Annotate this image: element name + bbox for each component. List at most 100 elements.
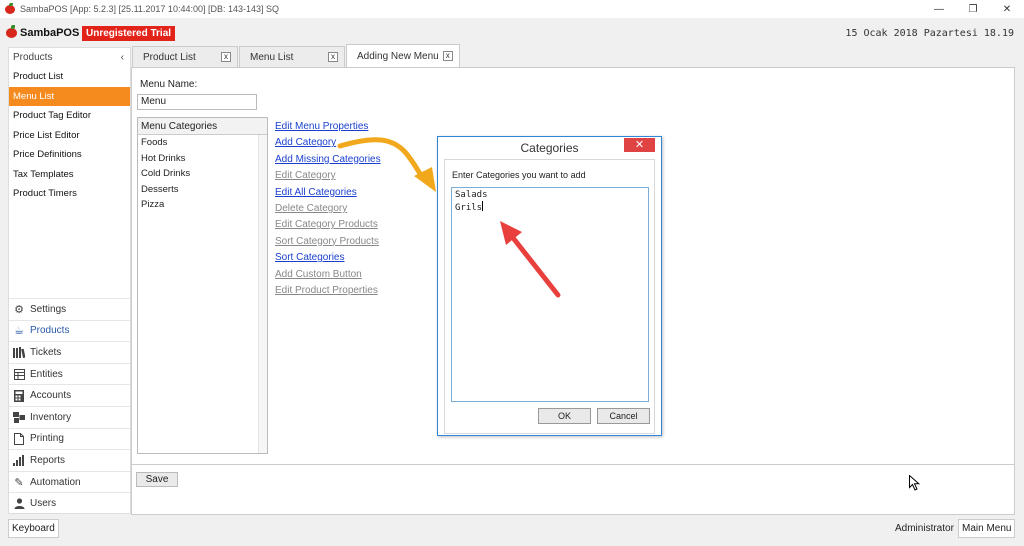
list-item[interactable]: Hot Drinks	[138, 151, 267, 167]
brand-name: SambaPOS	[20, 27, 80, 39]
edit-all-categories-link[interactable]: Edit All Categories	[275, 185, 381, 201]
sidebar-item-menu-list[interactable]: Menu List	[9, 86, 130, 106]
trial-badge: Unregistered Trial	[82, 26, 176, 41]
left-panel-title: Products	[13, 52, 53, 63]
menu-name-input[interactable]: Menu	[137, 94, 257, 110]
gear-icon: ⚙	[14, 303, 24, 316]
main-menu-button[interactable]: Main Menu	[958, 519, 1016, 538]
nav-label: Settings	[30, 303, 67, 315]
menu-categories-list[interactable]: Menu Categories Foods Hot Drinks Cold Dr…	[137, 117, 268, 454]
close-window-button[interactable]: ✕	[990, 0, 1024, 18]
bar-chart-icon	[13, 454, 25, 466]
entities-icon	[13, 368, 25, 380]
brand-bar: SambaPOS Unregistered Trial 15 Ocak 2018…	[0, 18, 1024, 45]
mouse-cursor-icon	[909, 475, 921, 491]
nav-label: Inventory	[30, 411, 72, 423]
text-caret	[482, 201, 484, 211]
list-scrollbar[interactable]	[258, 135, 267, 453]
add-custom-button-link[interactable]: Add Custom Button	[275, 267, 381, 283]
left-panel-header: Products ‹	[9, 48, 130, 67]
delete-category-link[interactable]: Delete Category	[275, 201, 381, 217]
tab-label: Menu List	[250, 51, 294, 63]
edit-category-link[interactable]: Edit Category	[275, 168, 381, 184]
dialog-body: Enter Categories you want to add Salads …	[444, 159, 655, 434]
tab-adding-new-menu[interactable]: Adding New Menu x	[346, 44, 460, 67]
ok-button[interactable]: OK	[538, 408, 591, 424]
restore-button[interactable]: ❐	[956, 0, 990, 18]
edit-category-products-link[interactable]: Edit Category Products	[275, 217, 381, 233]
edit-product-properties-link[interactable]: Edit Product Properties	[275, 283, 381, 299]
title-bar: SambaPOS [App: 5.2.3] [25.11.2017 10:44:…	[0, 0, 1024, 18]
nav-entities[interactable]: Entities	[9, 362, 130, 385]
nav-label: Entities	[30, 368, 63, 380]
keyboard-button[interactable]: Keyboard	[8, 519, 59, 538]
textarea-line: Grils	[455, 203, 483, 213]
nav-label: Users	[30, 498, 57, 510]
cancel-button[interactable]: Cancel	[597, 408, 650, 424]
list-item[interactable]: Foods	[138, 135, 267, 151]
nav-label: Printing	[30, 433, 64, 445]
nav-label: Accounts	[30, 390, 72, 402]
nav-label: Reports	[30, 454, 66, 466]
save-button[interactable]: Save	[136, 472, 178, 487]
sambapos-app-icon	[4, 3, 16, 15]
nav-reports[interactable]: Reports	[9, 449, 130, 471]
add-category-link[interactable]: Add Category	[275, 135, 381, 151]
module-nav: ⚙ Settings ☕ Products Tickets Entities A…	[9, 298, 130, 514]
textarea-line: Salads	[455, 190, 488, 200]
categories-textarea[interactable]: Salads Grils	[451, 187, 649, 402]
sidebar-item-product-timers[interactable]: Product Timers	[9, 184, 130, 204]
inventory-icon	[13, 411, 25, 423]
menu-actions: Edit Menu Properties Add Category Add Mi…	[275, 119, 381, 299]
tickets-icon	[13, 346, 25, 358]
calculator-icon	[13, 389, 25, 402]
sidebar-item-price-list-editor[interactable]: Price List Editor	[9, 126, 130, 146]
sambapos-logo-icon	[5, 25, 18, 38]
nav-label: Tickets	[30, 346, 62, 358]
sidebar-item-price-definitions[interactable]: Price Definitions	[9, 145, 130, 165]
tab-label: Adding New Menu	[357, 50, 439, 62]
sort-categories-link[interactable]: Sort Categories	[275, 250, 381, 266]
textarea-line-with-caret: Grils	[455, 201, 645, 214]
sidebar-item-product-list[interactable]: Product List	[9, 67, 130, 87]
footer-divider	[132, 464, 1014, 465]
nav-label: Automation	[30, 476, 81, 488]
dialog-close-button[interactable]: ✕	[624, 138, 655, 152]
tab-product-list[interactable]: Product List x	[132, 46, 238, 67]
edit-menu-properties-link[interactable]: Edit Menu Properties	[275, 119, 381, 135]
left-panel: Products ‹ Product List Menu List Produc…	[8, 47, 131, 514]
close-icon[interactable]: x	[221, 52, 231, 62]
window-title: SambaPOS [App: 5.2.3] [25.11.2017 10:44:…	[20, 4, 280, 14]
list-item[interactable]: Pizza	[138, 197, 267, 213]
collapse-chevron-icon[interactable]: ‹	[121, 52, 124, 63]
nav-automation[interactable]: ✎ Automation	[9, 470, 130, 493]
list-item[interactable]: Cold Drinks	[138, 166, 267, 182]
nav-tickets[interactable]: Tickets	[9, 341, 130, 363]
sort-category-products-link[interactable]: Sort Category Products	[275, 234, 381, 250]
nav-users[interactable]: Users	[9, 492, 130, 514]
nav-inventory[interactable]: Inventory	[9, 405, 130, 428]
minimize-button[interactable]: —	[922, 0, 956, 18]
document-icon	[13, 432, 25, 445]
tab-menu-list[interactable]: Menu List x	[239, 46, 345, 67]
nav-accounts[interactable]: Accounts	[9, 384, 130, 406]
nav-products[interactable]: ☕ Products	[9, 319, 130, 342]
nav-printing[interactable]: Printing	[9, 427, 130, 450]
pen-icon: ✎	[14, 476, 24, 489]
sidebar-item-product-tag-editor[interactable]: Product Tag Editor	[9, 106, 130, 126]
document-tabs: Product List x Menu List x Adding New Me…	[132, 44, 461, 67]
add-missing-categories-link[interactable]: Add Missing Categories	[275, 152, 381, 168]
menu-name-label: Menu Name:	[140, 79, 198, 90]
current-user: Administrator	[895, 523, 954, 534]
coffee-icon: ☕	[14, 325, 24, 338]
window-controls: — ❐ ✕	[922, 0, 1024, 18]
status-bar: Keyboard Administrator Main Menu	[0, 516, 1024, 546]
nav-settings[interactable]: ⚙ Settings	[9, 298, 130, 320]
menu-categories-header: Menu Categories	[138, 118, 267, 135]
dialog-prompt: Enter Categories you want to add	[452, 170, 586, 180]
close-icon[interactable]: x	[328, 52, 338, 62]
categories-dialog: Categories ✕ Enter Categories you want t…	[437, 136, 662, 436]
list-item[interactable]: Desserts	[138, 182, 267, 198]
close-icon[interactable]: x	[442, 51, 453, 61]
sidebar-item-tax-templates[interactable]: Tax Templates	[9, 165, 130, 185]
